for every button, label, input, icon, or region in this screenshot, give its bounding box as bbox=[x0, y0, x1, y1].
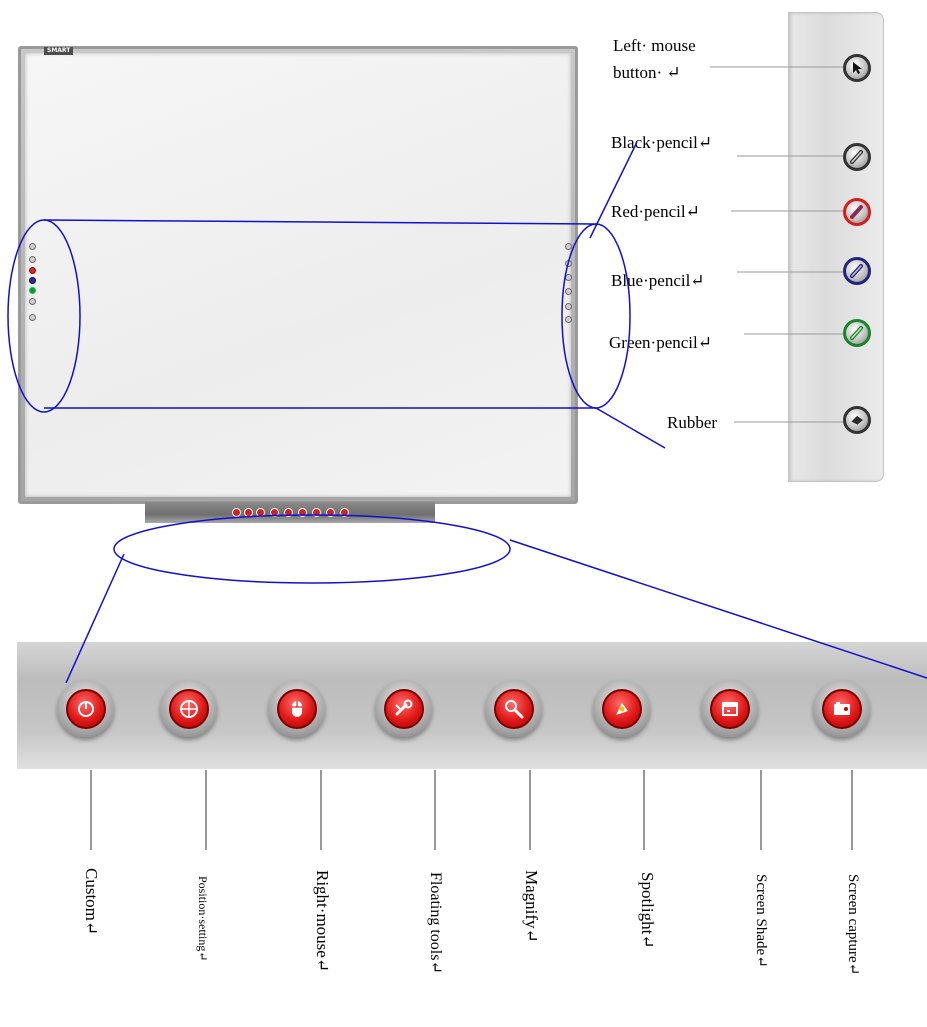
eraser-icon bbox=[850, 416, 863, 426]
camera-icon bbox=[833, 701, 850, 715]
crosshair-icon bbox=[179, 699, 198, 718]
red-pencil-button[interactable] bbox=[843, 198, 871, 226]
cursor-arrow-icon bbox=[853, 62, 862, 74]
side-label-blue-pencil: Blue·pencil↵ bbox=[611, 271, 705, 290]
whiteboard-logo: SMART bbox=[44, 47, 74, 55]
board-left-button bbox=[29, 277, 36, 284]
pencil-icon bbox=[850, 326, 863, 340]
side-label-left-mouse-line1: Left· mouse bbox=[613, 36, 696, 55]
board-right-button bbox=[565, 288, 572, 295]
wrench-icon bbox=[394, 699, 412, 715]
screen-shade-icon bbox=[721, 701, 738, 716]
side-label-green-pencil: Green·pencil↵ bbox=[609, 333, 712, 352]
tray-button bbox=[298, 508, 307, 517]
board-left-button bbox=[29, 267, 36, 274]
tool-label-magnify: Magnify↵ bbox=[522, 870, 541, 943]
tray-button bbox=[270, 508, 279, 517]
tool-label-screen-shade: Screen Shade↵ bbox=[753, 874, 769, 968]
spotlight-button[interactable] bbox=[593, 680, 650, 737]
green-pencil-button[interactable] bbox=[843, 319, 871, 347]
tool-label-floating-tools: Floating tools↵ bbox=[427, 872, 444, 974]
left-mouse-button[interactable] bbox=[843, 54, 871, 82]
side-label-black-pencil: Black·pencil↵ bbox=[611, 133, 713, 152]
board-left-button bbox=[29, 298, 36, 305]
tool-label-custom: Custom↵ bbox=[82, 868, 101, 936]
custom-icon bbox=[77, 700, 94, 717]
tray-button bbox=[340, 508, 349, 517]
board-right-button bbox=[565, 303, 572, 310]
tray-button bbox=[326, 508, 335, 517]
whiteboard-surface bbox=[25, 53, 571, 497]
right-mouse-button[interactable] bbox=[268, 680, 325, 737]
board-right-button bbox=[565, 274, 572, 281]
screen-shade-button[interactable] bbox=[701, 680, 758, 737]
side-label-rubber: Rubber bbox=[667, 413, 718, 432]
rubber-button[interactable] bbox=[843, 406, 871, 434]
position-setting-button[interactable] bbox=[160, 680, 217, 737]
spotlight-icon bbox=[615, 702, 628, 715]
board-right-button bbox=[565, 316, 572, 323]
pencil-icon bbox=[850, 205, 863, 219]
magnify-button[interactable] bbox=[485, 680, 542, 737]
tray-button bbox=[232, 508, 241, 517]
tray-button bbox=[284, 508, 293, 517]
board-left-button bbox=[29, 314, 36, 321]
toolbar-strip bbox=[17, 642, 927, 769]
custom-button[interactable] bbox=[57, 680, 114, 737]
tool-label-right-mouse: Right·mouse↵ bbox=[313, 870, 332, 973]
tray-button bbox=[312, 508, 321, 517]
board-left-button bbox=[29, 256, 36, 263]
tool-label-screen-capture: Screen capture↵ bbox=[845, 874, 861, 976]
blue-pencil-button[interactable] bbox=[843, 257, 871, 285]
screen-capture-button[interactable] bbox=[813, 680, 870, 737]
tray-button bbox=[244, 508, 253, 517]
mouse-icon bbox=[291, 700, 302, 717]
right-ellipse-upper-pointer bbox=[589, 141, 638, 239]
tool-label-spotlight: Spotlight↵ bbox=[638, 872, 657, 949]
black-pencil-button[interactable] bbox=[843, 143, 871, 171]
board-left-button bbox=[29, 243, 36, 250]
right-ellipse-lower-pointer bbox=[595, 407, 666, 449]
floating-tools-button[interactable] bbox=[375, 680, 432, 737]
side-panel bbox=[788, 12, 884, 482]
board-left-button bbox=[29, 287, 36, 294]
board-right-button bbox=[565, 260, 572, 267]
pencil-icon bbox=[850, 150, 863, 164]
board-right-button bbox=[565, 243, 572, 250]
side-label-left-mouse-line2: button· ↵ bbox=[613, 63, 681, 82]
side-label-red-pencil: Red·pencil↵ bbox=[611, 202, 700, 221]
tray-ellipse bbox=[113, 514, 511, 584]
pencil-icon bbox=[850, 264, 863, 278]
tool-label-position-setting: Position·setting↵ bbox=[196, 876, 210, 962]
magnifier-icon bbox=[504, 699, 523, 718]
tray-button bbox=[256, 508, 265, 517]
